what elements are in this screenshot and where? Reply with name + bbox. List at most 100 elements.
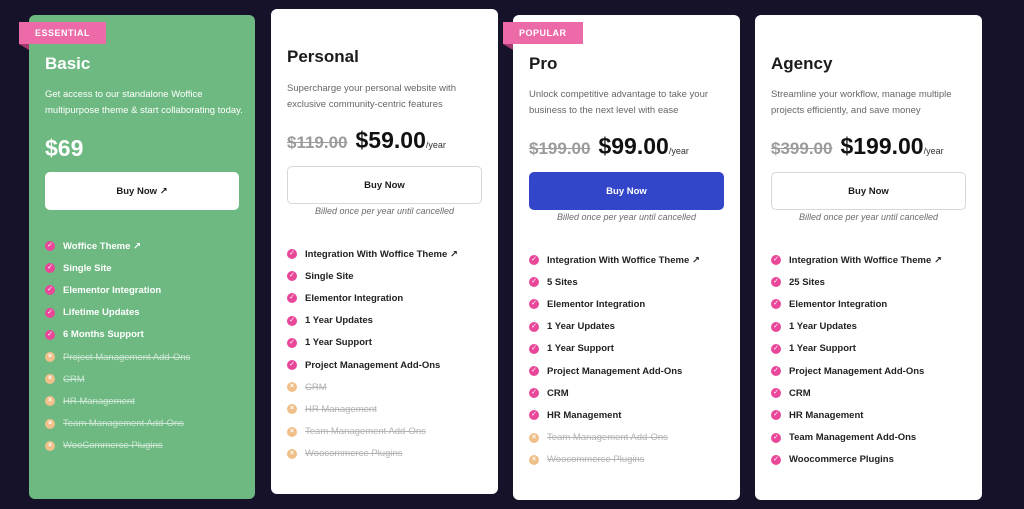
plan-description: Streamline your workflow, manage multipl… (771, 89, 952, 116)
buy-now-button[interactable]: Buy Now (771, 172, 966, 210)
price-period: /year (923, 146, 944, 156)
feature-item: × Team Management Add-Ons (529, 427, 729, 449)
feature-label: Team Management Add-Ons (63, 418, 184, 430)
feature-label: Woffice Theme ↗ (63, 240, 141, 252)
feature-label: Single Site (305, 270, 354, 282)
feature-label: Integration With Woffice Theme ↗ (789, 254, 942, 266)
plan-card-agency: Agency Streamline your workflow, manage … (755, 15, 982, 500)
feature-label: Elementor Integration (547, 298, 646, 310)
price: $199.00 (840, 133, 924, 159)
check-circle-icon: ✓ (771, 432, 781, 443)
check-circle-icon: ✓ (529, 255, 539, 266)
x-circle-icon: × (45, 374, 55, 385)
feature-item: × HR Management (45, 390, 245, 412)
check-circle-icon: ✓ (45, 241, 55, 252)
plan-title: Basic (45, 54, 91, 73)
billing-note: Billed once per year until cancelled (798, 212, 939, 222)
check-circle-icon: ✓ (45, 307, 55, 318)
price-row: $199.00 $99.00/year (529, 133, 689, 160)
feature-item: ✓ 1 Year Updates (529, 316, 729, 338)
check-circle-icon: ✓ (529, 277, 539, 288)
feature-label: Elementor Integration (305, 292, 404, 304)
feature-item: ✓ Woffice Theme ↗ (45, 235, 245, 257)
feature-item: ✓ CRM (529, 382, 729, 404)
feature-label: 1 Year Updates (789, 321, 857, 333)
old-price: $119.00 (287, 133, 348, 152)
feature-label: Team Management Add-Ons (547, 432, 668, 444)
plan-card-pro: POPULAR Pro Unlock competitive advantage… (503, 15, 740, 500)
price-period: /year (425, 140, 446, 150)
plan-card-basic: ESSENTIAL Basic Get access to our standa… (19, 15, 255, 499)
x-circle-icon: × (287, 448, 297, 459)
feature-label: Project Management Add-Ons (547, 365, 683, 377)
buy-now-button[interactable]: Buy Now (529, 172, 724, 210)
x-circle-icon: × (45, 396, 55, 407)
x-circle-icon: × (529, 432, 539, 443)
feature-item: ✓ Team Management Add-Ons (771, 427, 971, 449)
feature-item: ✓ Integration With Woffice Theme ↗ (287, 243, 487, 265)
check-circle-icon: ✓ (529, 299, 539, 310)
check-circle-icon: ✓ (287, 337, 297, 348)
feature-item: ✓ HR Management (529, 404, 729, 426)
feature-label: CRM (305, 381, 327, 393)
x-circle-icon: × (529, 454, 539, 465)
feature-item: ✓ 5 Sites (529, 271, 729, 293)
feature-item: ✓ CRM (771, 382, 971, 404)
check-circle-icon: ✓ (771, 255, 781, 266)
feature-label: HR Management (305, 403, 377, 415)
old-price: $199.00 (529, 139, 591, 158)
price: $69 (45, 135, 84, 161)
feature-label: Elementor Integration (789, 298, 888, 310)
check-circle-icon: ✓ (529, 366, 539, 377)
feature-label: Project Management Add-Ons (789, 365, 925, 377)
feature-list: ✓ Integration With Woffice Theme ↗ ✓ Single… (287, 243, 487, 465)
feature-label: 6 Months Support (63, 329, 144, 341)
feature-label: Integration With Woffice Theme ↗ (305, 248, 458, 260)
feature-item: × HR Management (287, 398, 487, 420)
feature-label: Woocommerce Plugins (789, 454, 894, 466)
plan-card-personal: Personal Supercharge your personal websi… (271, 9, 498, 494)
feature-label: WooCommerce Plugins (63, 440, 163, 452)
x-circle-icon: × (45, 418, 55, 429)
check-circle-icon: ✓ (287, 360, 297, 371)
x-circle-icon: × (287, 404, 297, 415)
feature-label: CRM (789, 387, 811, 399)
feature-item: ✓ 1 Year Updates (287, 310, 487, 332)
feature-item: × Team Management Add-Ons (287, 421, 487, 443)
feature-list: ✓ Woffice Theme ↗ ✓ Single Site ✓ Elementor I… (45, 235, 245, 457)
feature-label: Team Management Add-Ons (305, 426, 426, 438)
billing-note: Billed once per year until cancelled (314, 206, 455, 216)
check-circle-icon: ✓ (287, 249, 297, 260)
check-circle-icon: ✓ (771, 454, 781, 465)
feature-item: ✓ Woocommerce Plugins (771, 449, 971, 471)
feature-label: 1 Year Support (547, 343, 614, 355)
plan-description: Supercharge your personal website with e… (287, 83, 456, 110)
ribbon-popular: POPULAR (503, 22, 583, 50)
check-circle-icon: ✓ (45, 329, 55, 340)
feature-item: ✓ Elementor Integration (45, 279, 245, 301)
feature-label: 1 Year Support (789, 343, 856, 355)
feature-item: ✓ Elementor Integration (529, 293, 729, 315)
feature-label: Elementor Integration (63, 284, 162, 296)
feature-label: Project Management Add-Ons (63, 351, 191, 363)
x-circle-icon: × (45, 352, 55, 363)
plan-description: Get access to our standalone Woffice mul… (45, 89, 243, 116)
feature-label: Woocommerce Plugins (547, 454, 645, 466)
feature-item: × CRM (45, 368, 245, 390)
feature-item: ✓ Project Management Add-Ons (529, 360, 729, 382)
feature-item: ✓ Integration With Woffice Theme ↗ (771, 249, 971, 271)
buy-now-button[interactable]: Buy Now (287, 166, 482, 204)
feature-item: ✓ Lifetime Updates (45, 302, 245, 324)
check-circle-icon: ✓ (45, 263, 55, 274)
feature-item: ✓ Single Site (287, 265, 487, 287)
check-circle-icon: ✓ (287, 271, 297, 282)
billing-note: Billed once per year until cancelled (556, 212, 697, 222)
buy-now-button[interactable]: Buy Now ↗ (45, 172, 239, 210)
price-row: $119.00 $59.00/year (287, 127, 446, 154)
feature-label: 25 Sites (789, 276, 825, 288)
check-circle-icon: ✓ (529, 321, 539, 332)
feature-label: Team Management Add-Ons (789, 432, 917, 444)
feature-label: Lifetime Updates (63, 307, 140, 319)
feature-item: × Woocommerce Plugins (529, 449, 729, 471)
feature-label: Integration With Woffice Theme ↗ (547, 254, 700, 266)
